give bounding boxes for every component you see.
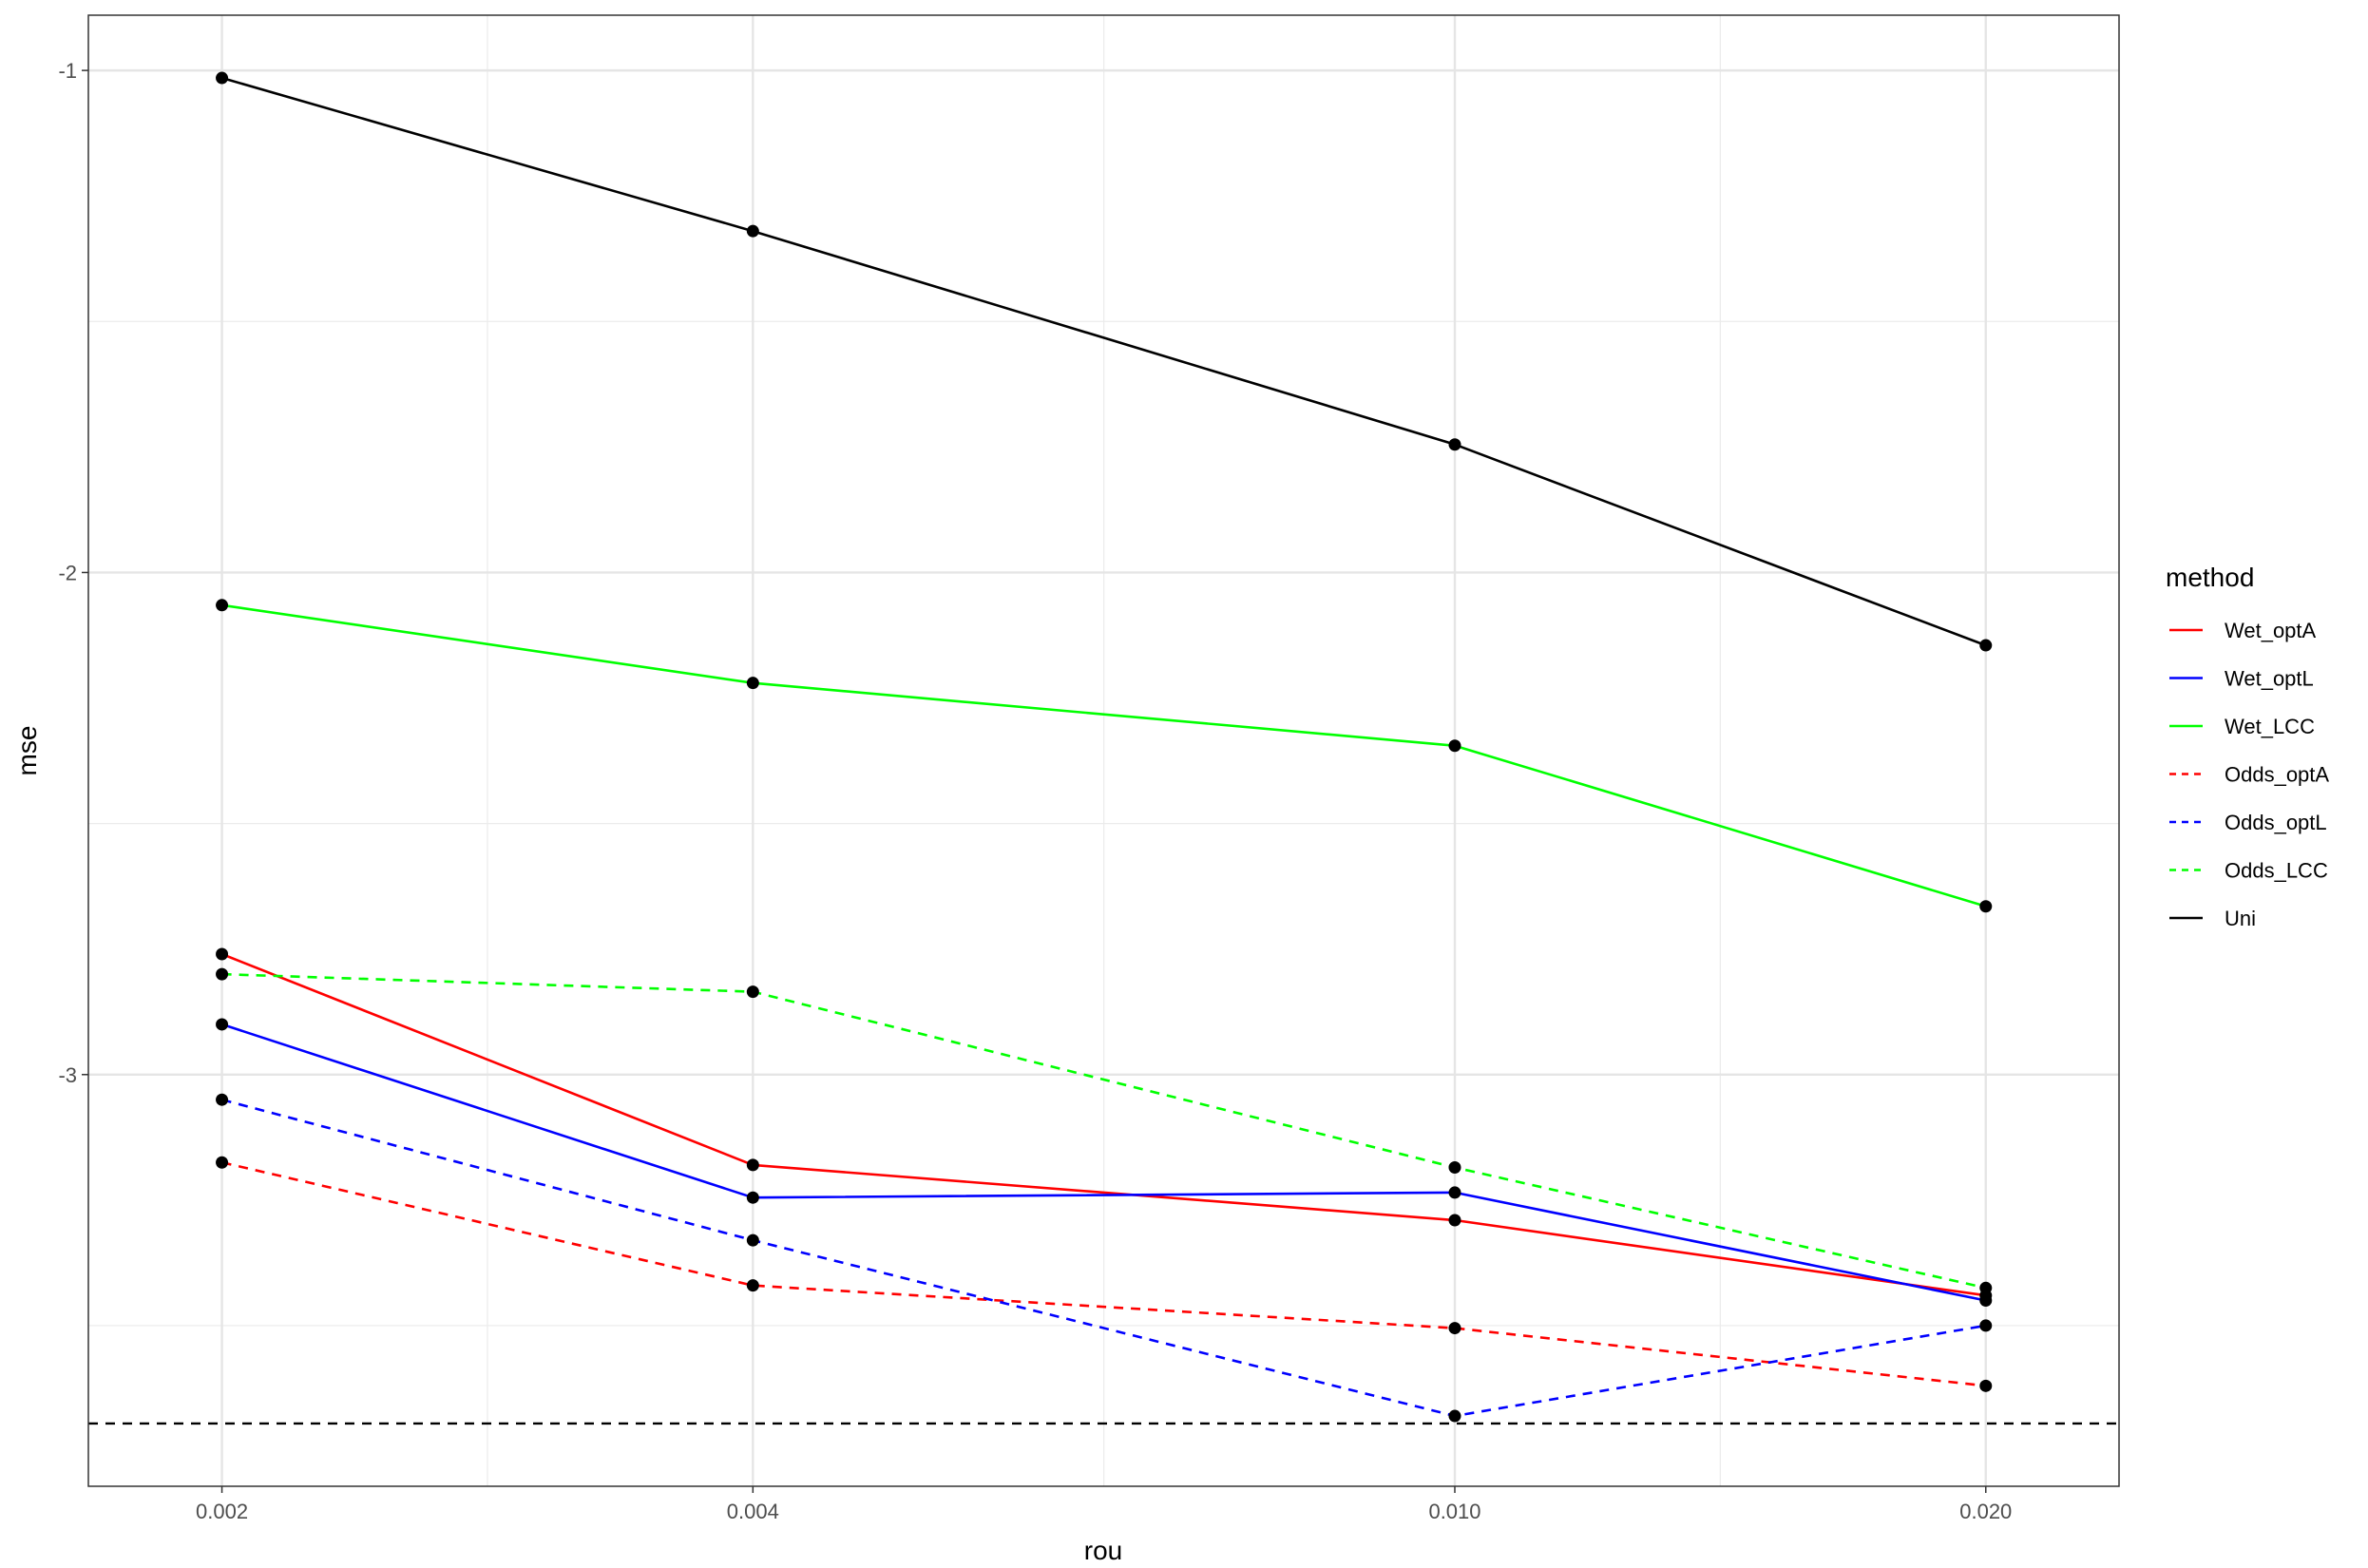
data-point-odds-opta: [1979, 1379, 1993, 1392]
data-point-wet-optl: [1448, 1186, 1461, 1199]
x-axis: 0.002 0.004 0.010 0.020: [196, 1486, 2012, 1523]
data-point-wet-opta: [746, 1158, 759, 1172]
line-chart: 0.002 0.004 0.010 0.020 -1 -2 -3 rou mse meth…: [12, 14, 2329, 1565]
data-point-uni: [216, 71, 229, 85]
legend-label-uni: Uni: [2225, 907, 2256, 930]
x-axis-title: rou: [1084, 1536, 1122, 1565]
legend-label-wet-lcc: Wet_LCC: [2225, 715, 2315, 738]
data-point-uni: [746, 224, 759, 238]
legend-label-wet-opta: Wet_optA: [2225, 619, 2317, 642]
data-point-wet-lcc: [1448, 739, 1461, 753]
data-point-odds-optl: [746, 1233, 759, 1247]
data-point-odds-opta: [746, 1279, 759, 1292]
legend-label-odds-opta: Odds_optA: [2225, 763, 2329, 787]
legend-label-odds-optl: Odds_optL: [2225, 811, 2327, 834]
y-tick-label: -2: [58, 561, 77, 584]
legend: method Wet_optA Wet_optL Wet_LCC Odds_optA O…: [2166, 563, 2329, 930]
data-point-uni: [1448, 438, 1461, 451]
data-point-odds-lcc: [1979, 1281, 1993, 1294]
data-point-uni: [1979, 639, 1993, 652]
x-tick-label: 0.004: [727, 1500, 779, 1523]
data-point-odds-lcc: [216, 967, 229, 981]
data-point-odds-lcc: [746, 985, 759, 999]
x-tick-label: 0.002: [196, 1500, 248, 1523]
data-point-odds-lcc: [1448, 1161, 1461, 1175]
data-point-wet-opta: [1448, 1214, 1461, 1227]
data-point-wet-lcc: [1979, 900, 1993, 913]
x-tick-label: 0.020: [1959, 1500, 2012, 1523]
data-point-wet-optl: [746, 1191, 759, 1204]
data-point-wet-lcc: [216, 599, 229, 612]
data-point-odds-opta: [1448, 1322, 1461, 1335]
x-tick-label: 0.010: [1428, 1500, 1480, 1523]
legend-title: method: [2166, 563, 2254, 592]
data-point-wet-optl: [216, 1018, 229, 1031]
legend-items: Wet_optA Wet_optL Wet_LCC Odds_optA Odds_opt…: [2169, 619, 2329, 930]
legend-label-wet-optl: Wet_optL: [2225, 667, 2314, 691]
data-point-wet-optl: [1979, 1294, 1993, 1308]
plot-panel: [87, 14, 2120, 1487]
y-tick-label: -1: [58, 59, 77, 83]
data-point-odds-optl: [1448, 1409, 1461, 1423]
y-tick-label: -3: [58, 1063, 77, 1087]
data-point-wet-opta: [216, 947, 229, 961]
data-point-odds-optl: [216, 1093, 229, 1106]
data-point-odds-optl: [1979, 1319, 1993, 1332]
y-axis: -1 -2 -3: [58, 59, 88, 1087]
y-axis-title: mse: [12, 726, 42, 776]
data-point-odds-opta: [216, 1156, 229, 1169]
legend-label-odds-lcc: Odds_LCC: [2225, 859, 2328, 883]
data-point-wet-lcc: [746, 677, 759, 690]
